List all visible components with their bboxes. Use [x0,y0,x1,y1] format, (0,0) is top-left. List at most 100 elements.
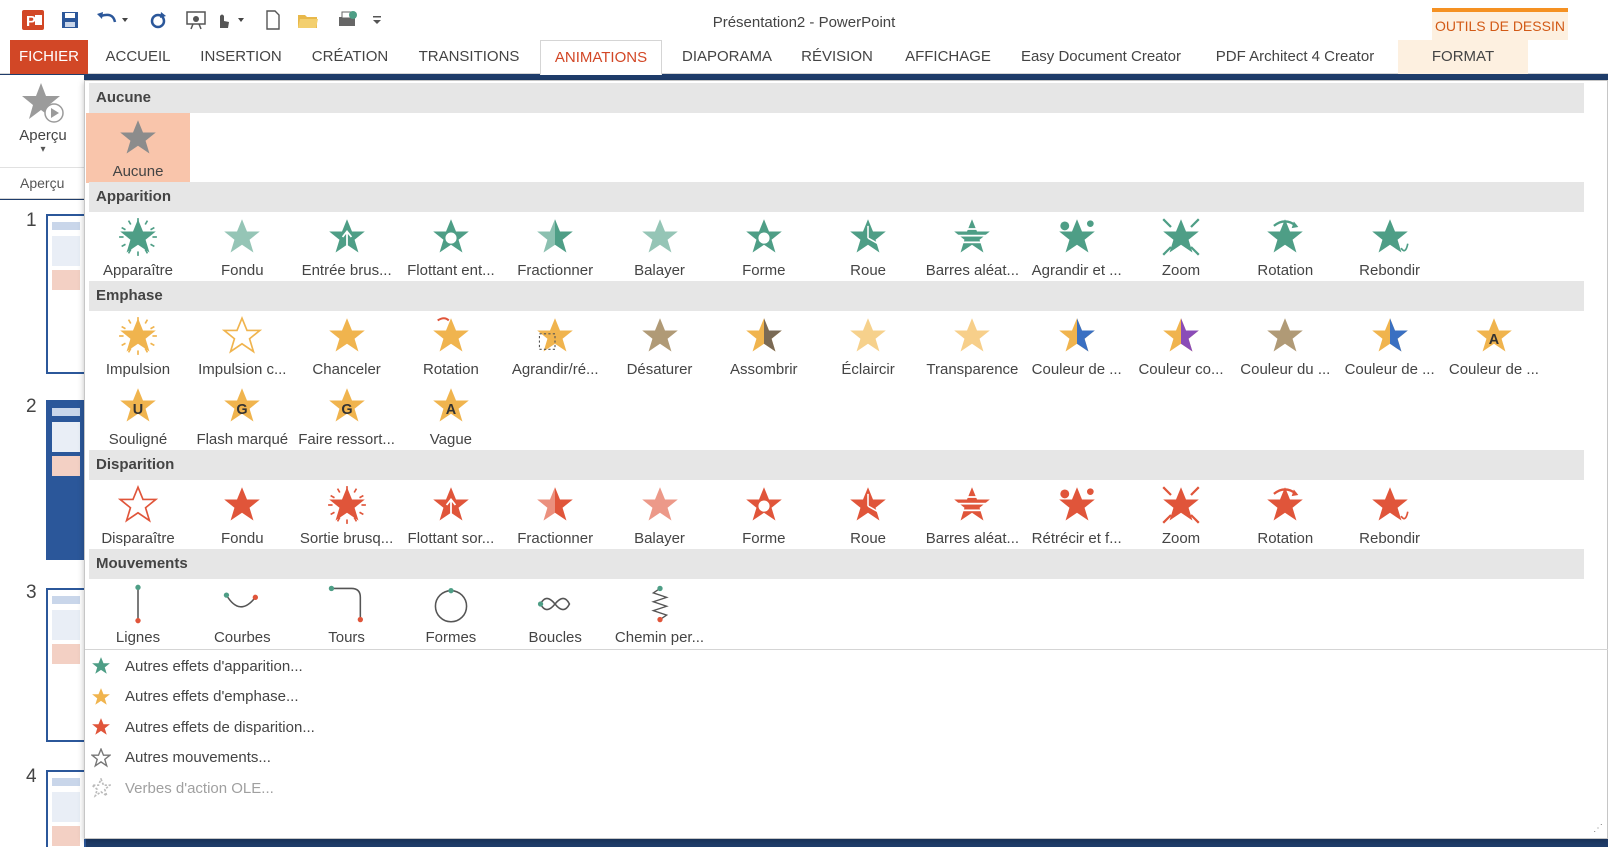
tab-fichier[interactable]: FICHIER [10,40,88,74]
effect-emphase-assombrir[interactable]: Assombrir [712,311,816,381]
effect-apparition-fractionner[interactable]: Fractionner [503,212,607,282]
effect-mouvements-chemin-per[interactable]: Chemin per... [608,579,712,649]
effect-label: Disparaître [101,530,175,547]
effect-label: Tours [328,629,365,646]
menu-autres-effets-d-apparition[interactable]: Autres effets d'apparition... [91,652,303,680]
effect-label: Formes [425,629,477,646]
tab-easy-document-creator[interactable]: Easy Document Creator [1012,40,1190,74]
couleur-du-icon [1267,318,1304,352]
effect-disparition-retrecir-et-f[interactable]: Rétrécir et f... [1025,480,1129,550]
effect-label: Barres aléat... [925,262,1020,279]
effect-label: Couleur de ... [1448,361,1539,378]
couleur-de-icon: A [1476,318,1512,352]
effect-emphase-transparence[interactable]: Transparence [920,311,1024,381]
menu-autres-effets-d-emphase[interactable]: Autres effets d'emphase... [91,683,299,711]
effect-apparition-forme[interactable]: Forme [712,212,816,282]
effect-label: Flash marqué [196,431,289,448]
effect-emphase-vague[interactable]: A Vague [399,381,503,451]
effect-label: Couleur co... [1138,361,1224,378]
effect-emphase-eclaircir[interactable]: Éclaircir [816,311,920,381]
effect-disparition-fractionner[interactable]: Fractionner [503,480,607,550]
effect-apparition-fondu[interactable]: Fondu [190,212,294,282]
effect-emphase-agrandir-re[interactable]: Agrandir/ré... [503,311,607,381]
slide-thumbnail[interactable] [46,770,86,847]
effect-mouvements-formes[interactable]: Formes [399,579,503,649]
effect-emphase-couleur-co[interactable]: Couleur co... [1129,311,1233,381]
effect-mouvements-boucles[interactable]: Boucles [503,579,607,649]
effect-emphase-rotation[interactable]: Rotation [399,311,503,381]
effect-emphase-chanceler[interactable]: Chanceler [295,311,399,381]
effect-emphase-couleur-du[interactable]: Couleur du ... [1233,311,1337,381]
balayer-icon [641,487,678,521]
effect-label: Faire ressort... [298,431,395,448]
rotation-icon [433,317,469,352]
effect-apparition-entree-brus[interactable]: Entrée brus... [295,212,399,282]
effect-label: Flottant sor... [407,530,495,547]
effect-disparition-rotation[interactable]: Rotation [1233,480,1337,550]
fractionner-icon [537,219,573,253]
tab-affichage[interactable]: AFFICHAGE [888,40,1008,74]
effect-disparition-forme[interactable]: Forme [712,480,816,550]
effect-emphase-impulsion[interactable]: Impulsion [86,311,190,381]
effect-apparition-flottant-ent[interactable]: Flottant ent... [399,212,503,282]
sortie-brusq-icon [327,486,366,524]
tab-accueil[interactable]: ACCUEIL [92,40,184,74]
rebondir-icon [1371,487,1409,521]
effect-disparition-sortie-brusq[interactable]: Sortie brusq... [295,480,399,550]
effect-apparition-apparaitre[interactable]: Apparaître [86,212,190,282]
drawing-tools-contextual-label: OUTILS DE DESSIN [1432,8,1568,40]
effect-disparition-disparaitre[interactable]: Disparaître [86,480,190,550]
menu-verbes-d-action-ole: Verbes d'action OLE... [91,774,274,802]
effect-disparition-flottant-sor[interactable]: Flottant sor... [399,480,503,550]
couleur-de-icon [1058,318,1095,352]
effect-apparition-rotation[interactable]: Rotation [1233,212,1337,282]
tab-creation[interactable]: CRÉATION [298,40,402,74]
preview-button[interactable]: Aperçu ▾ [8,79,78,161]
effect-apparition-zoom[interactable]: Zoom [1129,212,1233,282]
outline-star-icon [91,747,111,767]
effect-disparition-barres-aleat[interactable]: Barres aléat... [920,480,1024,550]
svg-text:A: A [1489,332,1500,348]
effect-label: Boucles [528,629,582,646]
tab-format[interactable]: FORMAT [1398,40,1528,74]
couleur-de-icon [1371,318,1408,352]
resize-grip-icon[interactable]: ⋰ [1593,823,1603,834]
effect-apparition-roue[interactable]: Roue [816,212,920,282]
effect-label: Forme [742,262,786,279]
effect-disparition-roue[interactable]: Roue [816,480,920,550]
tab-animations[interactable]: ANIMATIONS [540,40,662,75]
effect-emphase-faire-ressort[interactable]: G Faire ressort... [295,381,399,451]
effect-apparition-agrandir-et[interactable]: Agrandir et ... [1025,212,1129,282]
effect-disparition-rebondir[interactable]: Rebondir [1338,480,1442,550]
effect-disparition-balayer[interactable]: Balayer [608,480,712,550]
boucles-icon [538,597,571,611]
menu-autres-mouvements[interactable]: Autres mouvements... [91,744,271,772]
slide-thumbnail[interactable] [46,588,86,742]
agrandir-et-icon [1058,219,1095,253]
effect-mouvements-tours[interactable]: Tours [295,579,399,649]
effect-emphase-souligne[interactable]: U Souligné [86,381,190,451]
menu-autres-effets-de-disparition[interactable]: Autres effets de disparition... [91,713,315,741]
effect-emphase-impulsion-c[interactable]: Impulsion c... [190,311,294,381]
effect-disparition-fondu[interactable]: Fondu [190,480,294,550]
svg-text:U: U [133,402,143,418]
tab-revision[interactable]: RÉVISION [792,40,882,74]
tab-transitions[interactable]: TRANSITIONS [406,40,532,74]
effect-emphase-couleur-de[interactable]: Couleur de ... [1025,311,1129,381]
effect-emphase-couleur-de[interactable]: Couleur de ... [1338,311,1442,381]
effect-apparition-rebondir[interactable]: Rebondir [1338,212,1442,282]
effect-emphase-desaturer[interactable]: Désaturer [608,311,712,381]
effect-apparition-balayer[interactable]: Balayer [608,212,712,282]
effect-emphase-couleur-de[interactable]: A Couleur de ... [1442,311,1546,381]
effect-label: Rebondir [1359,262,1421,279]
slide-thumbnail[interactable] [46,214,86,374]
tab-pdf-architect-4-creator[interactable]: PDF Architect 4 Creator [1202,40,1388,74]
effect-aucune-aucune[interactable]: Aucune [86,113,190,183]
tab-diaporama[interactable]: DIAPORAMA [668,40,786,74]
tab-insertion[interactable]: INSERTION [188,40,294,74]
effect-emphase-flash-marque[interactable]: G Flash marqué [190,381,294,451]
effect-apparition-barres-aleat[interactable]: Barres aléat... [920,212,1024,282]
effect-mouvements-lignes[interactable]: Lignes [86,579,190,649]
effect-disparition-zoom[interactable]: Zoom [1129,480,1233,550]
effect-mouvements-courbes[interactable]: Courbes [190,579,294,649]
